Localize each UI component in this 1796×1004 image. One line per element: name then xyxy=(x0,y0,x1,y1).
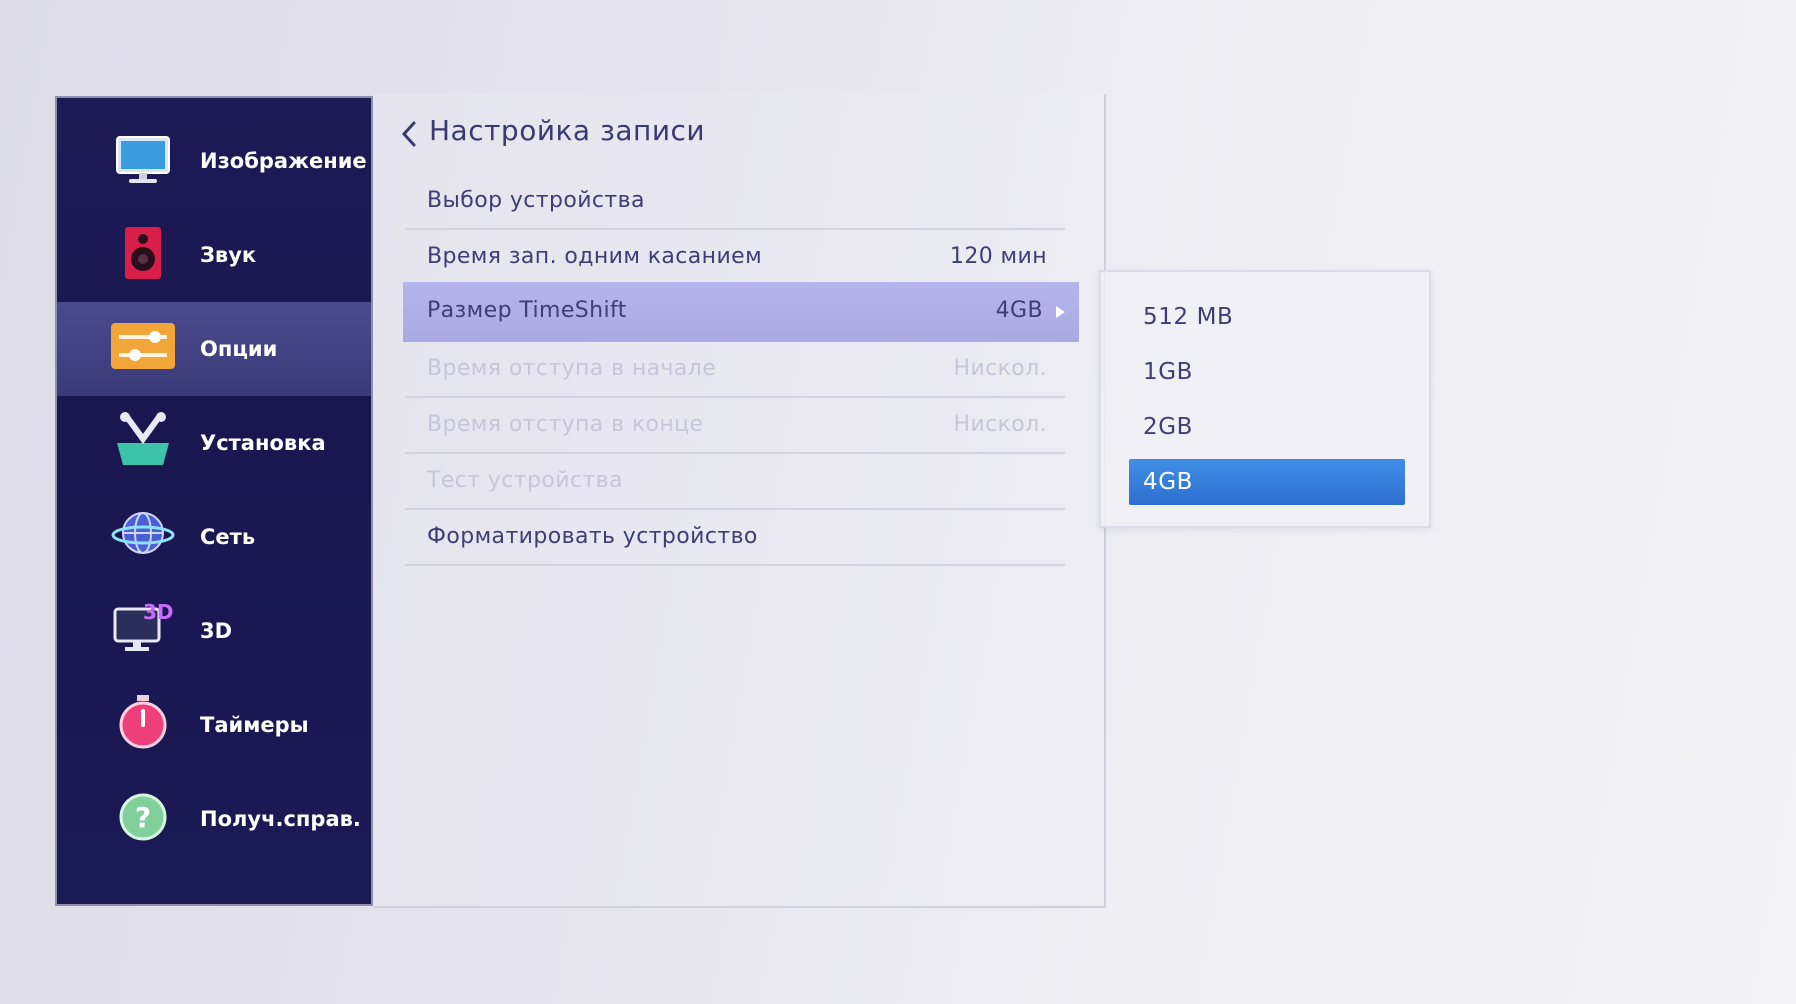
sidebar-item-label: Таймеры xyxy=(200,713,309,737)
option-label: 512 MB xyxy=(1143,304,1234,330)
option-label: 4GB xyxy=(1143,469,1194,495)
menu-row-device-select[interactable]: Выбор устройства xyxy=(405,174,1065,230)
sidebar-item-label: Изображение xyxy=(200,149,367,173)
svg-text:?: ? xyxy=(135,801,151,834)
sidebar-item-label: Установка xyxy=(200,431,326,455)
menu-row-start-padding: Время отступа в начале Нискол. xyxy=(405,342,1065,398)
menu-row-one-touch-record[interactable]: Время зап. одним касанием 120 мин xyxy=(405,230,1065,286)
expand-arrow-icon xyxy=(1056,306,1065,318)
svg-text:3D: 3D xyxy=(143,600,174,624)
sidebar-item-label: 3D xyxy=(200,619,233,643)
menu-row-timeshift-size[interactable]: Размер TimeShift 4GB xyxy=(403,282,1079,342)
back-chevron-icon[interactable] xyxy=(399,120,419,148)
option-label: 2GB xyxy=(1143,414,1194,440)
menu-row-format-device[interactable]: Форматировать устройство xyxy=(405,510,1065,566)
menu-row-device-test: Тест устройства xyxy=(405,454,1065,510)
timeshift-size-dropdown: 512 MB 1GB 2GB 4GB xyxy=(1099,270,1431,528)
row-label: Выбор устройства xyxy=(427,188,645,213)
row-label: Форматировать устройство xyxy=(427,524,758,549)
sidebar-item-options[interactable]: Опции xyxy=(57,302,371,396)
dropdown-option-1gb[interactable]: 1GB xyxy=(1129,349,1405,395)
sidebar-item-network[interactable]: Сеть xyxy=(57,490,371,584)
sidebar-item-help[interactable]: ? Получ.справ. xyxy=(57,772,371,866)
sidebar-item-3d[interactable]: 3D 3D xyxy=(57,584,371,678)
menu-row-end-padding: Время отступа в конце Нискол. xyxy=(405,398,1065,454)
help-question-icon: ? xyxy=(119,793,167,841)
globe-network-icon xyxy=(111,512,175,554)
speaker-icon xyxy=(125,227,161,279)
sidebar-item-picture[interactable]: Изображение xyxy=(57,114,371,208)
row-value: 4GB xyxy=(995,298,1043,323)
row-label: Время отступа в конце xyxy=(427,412,704,437)
tools-icon xyxy=(117,412,169,465)
row-value: Нискол. xyxy=(953,412,1047,437)
recording-settings-panel: Настройка записи Выбор устройства Время … xyxy=(373,94,1106,908)
dropdown-option-4gb[interactable]: 4GB xyxy=(1129,459,1405,505)
3d-monitor-icon: 3D xyxy=(113,600,174,651)
stopwatch-icon xyxy=(119,695,167,749)
sidebar-item-timers[interactable]: Таймеры xyxy=(57,678,371,772)
options-sliders-icon xyxy=(111,323,175,369)
option-label: 1GB xyxy=(1143,359,1194,385)
row-label: Тест устройства xyxy=(427,468,623,493)
row-value: Нискол. xyxy=(953,356,1047,381)
sidebar-item-label: Сеть xyxy=(200,525,256,549)
sidebar-item-setup[interactable]: Установка xyxy=(57,396,371,490)
row-value: 120 мин xyxy=(949,244,1047,269)
sidebar-item-label: Получ.справ. xyxy=(200,807,361,831)
dropdown-option-2gb[interactable]: 2GB xyxy=(1129,404,1405,450)
sidebar-item-label: Звук xyxy=(200,243,257,267)
monitor-icon xyxy=(116,136,170,183)
row-label: Время отступа в начале xyxy=(427,356,717,381)
sidebar-item-label: Опции xyxy=(200,337,278,361)
page-title: Настройка записи xyxy=(429,114,706,147)
row-label: Время зап. одним касанием xyxy=(427,244,763,269)
category-sidebar: Изображение Звук Опции Установка Сеть 3D… xyxy=(55,96,373,906)
row-label: Размер TimeShift xyxy=(427,298,627,323)
dropdown-option-512mb[interactable]: 512 MB xyxy=(1129,294,1405,340)
sidebar-item-sound[interactable]: Звук xyxy=(57,208,371,302)
